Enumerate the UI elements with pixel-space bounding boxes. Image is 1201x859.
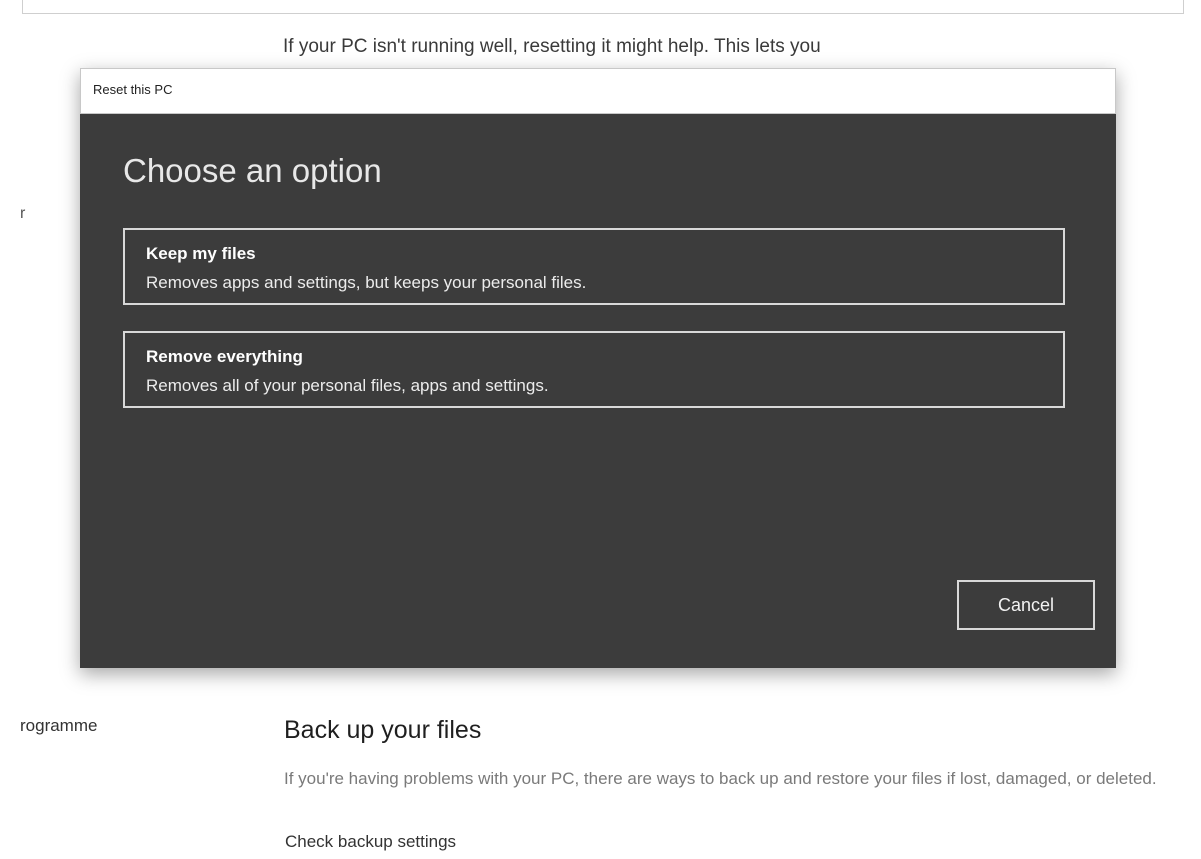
backup-section-title: Back up your files: [284, 716, 482, 744]
reset-pc-dialog: Reset this PC Choose an option Keep my f…: [80, 68, 1116, 668]
sidebar-fragment: r: [20, 205, 26, 222]
check-backup-settings-link[interactable]: Check backup settings: [285, 832, 456, 852]
remove-everything-option[interactable]: Remove everything Removes all of your pe…: [123, 331, 1065, 408]
option-title: Keep my files: [146, 244, 256, 263]
dialog-titlebar: Reset this PC: [80, 68, 1116, 114]
settings-page: If your PC isn't running well, resetting…: [0, 0, 1201, 859]
option-title: Remove everything: [146, 347, 303, 366]
keep-my-files-option[interactable]: Keep my files Removes apps and settings,…: [123, 228, 1065, 305]
dialog-window-title: Reset this PC: [93, 82, 173, 97]
sidebar-item-programme[interactable]: rogramme: [20, 716, 97, 736]
dialog-heading: Choose an option: [123, 152, 382, 189]
cancel-button[interactable]: Cancel: [957, 580, 1095, 630]
reset-intro-text: If your PC isn't running well, resetting…: [283, 36, 821, 57]
option-description: Removes apps and settings, but keeps you…: [146, 273, 587, 292]
backup-section-description: If you're having problems with your PC, …: [284, 769, 1157, 788]
top-panel-frame: [22, 0, 1184, 14]
option-description: Removes all of your personal files, apps…: [146, 376, 549, 395]
